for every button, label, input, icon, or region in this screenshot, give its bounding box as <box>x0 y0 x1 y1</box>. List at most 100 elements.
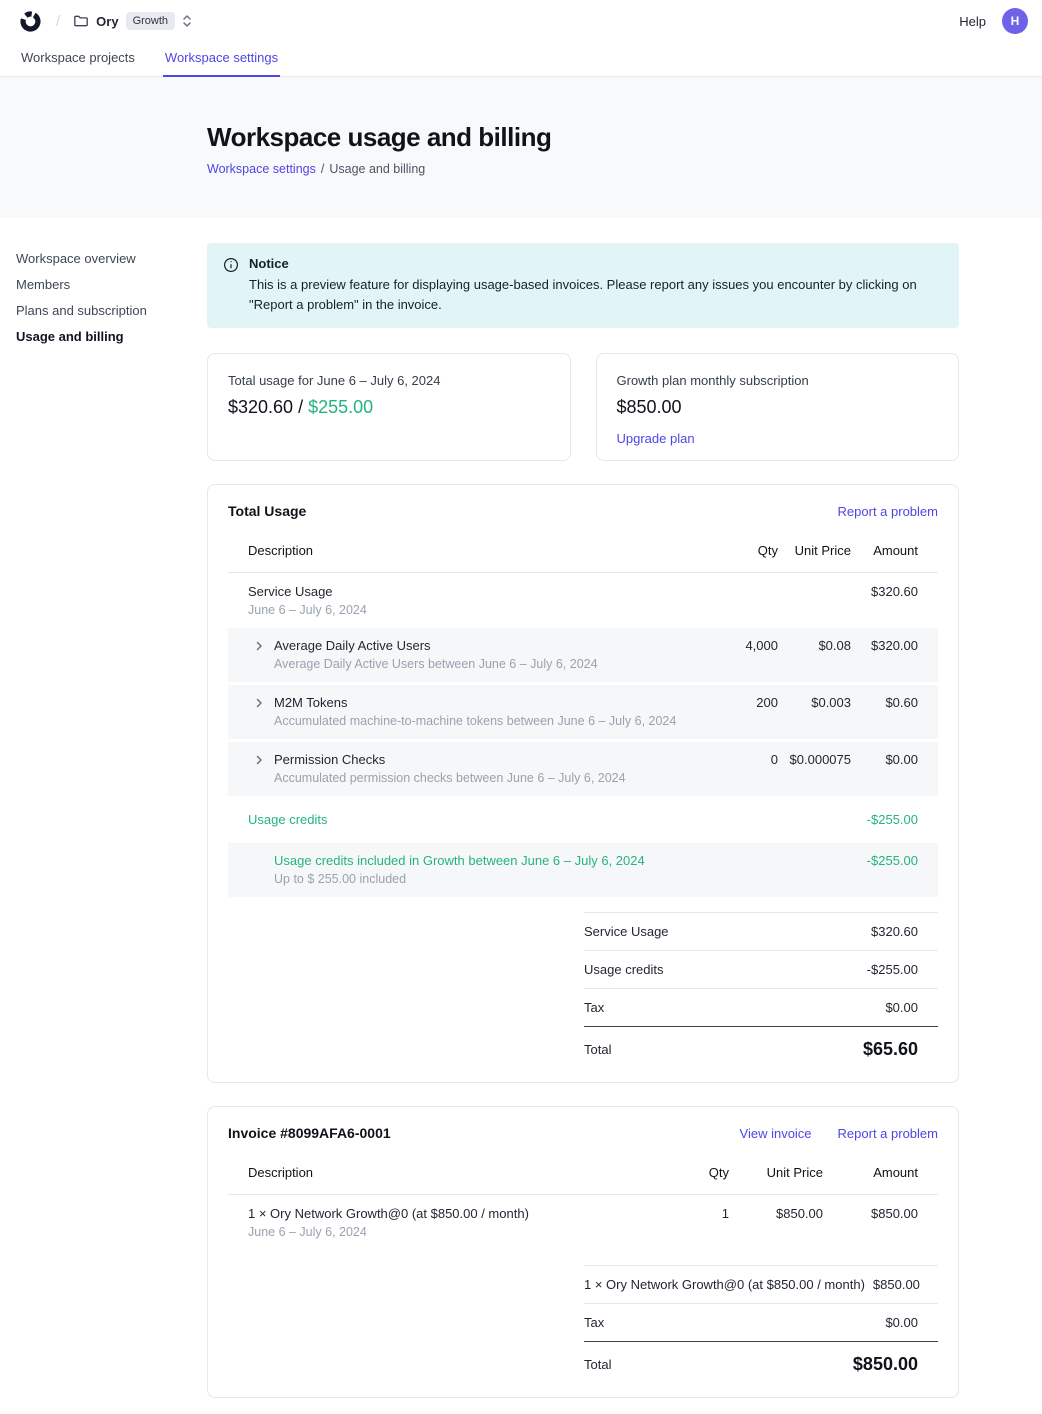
plan-badge: Growth <box>126 12 175 30</box>
summary-row-line-item: 1 × Ory Network Growth@0 (at $850.00 / m… <box>584 1266 938 1304</box>
usage-row-service-usage: Service Usage June 6 – July 6, 2024 $320… <box>228 573 938 628</box>
ory-logo-icon[interactable] <box>20 11 41 32</box>
total-value: $850.00 <box>853 1354 918 1375</box>
total-label: Total <box>584 1042 611 1057</box>
summary-total-row: Total $850.00 <box>584 1342 938 1377</box>
col-unit-price: Unit Price <box>778 543 851 559</box>
summary-label: Tax <box>584 1000 604 1015</box>
unit-price-cell: $0.08 <box>778 638 851 654</box>
topbar-right: Help H <box>959 8 1028 34</box>
row-subtitle: Average Daily Active Users between June … <box>274 657 698 672</box>
amount-cell: $0.60 <box>851 695 938 711</box>
total-value: $65.60 <box>863 1039 918 1060</box>
invoice-title: Invoice #8099AFA6-0001 <box>228 1125 391 1141</box>
topbar-separator: / <box>56 13 60 30</box>
topbar-left: / Ory Growth <box>20 11 192 32</box>
summary-value: $320.60 <box>871 924 918 939</box>
main-content: Notice This is a preview feature for dis… <box>207 218 959 1414</box>
summary-total-row: Total $65.60 <box>584 1027 938 1062</box>
folder-icon <box>73 13 89 29</box>
usage-row-usage-credits: Usage credits -$255.00 <box>228 799 938 843</box>
invoice-panel: Invoice #8099AFA6-0001 View invoice Repo… <box>207 1106 959 1398</box>
amount-cell: $320.00 <box>851 638 938 654</box>
settings-sidebar: Workspace overview Members Plans and sub… <box>0 218 207 355</box>
total-usage-panel: Total Usage Report a problem Description… <box>207 484 959 1083</box>
invoice-table: Description Qty Unit Price Amount 1 × Or… <box>228 1155 938 1250</box>
notice-banner: Notice This is a preview feature for dis… <box>207 243 959 328</box>
row-title: M2M Tokens <box>274 695 698 711</box>
row-subtitle: Accumulated machine-to-machine tokens be… <box>274 714 698 729</box>
workspace-tabs: Workspace projects Workspace settings <box>0 42 1042 77</box>
summary-row-service-usage: Service Usage $320.60 <box>584 913 938 951</box>
plan-subscription-card: Growth plan monthly subscription $850.00… <box>596 353 960 461</box>
amount-cell: $320.60 <box>851 584 938 600</box>
breadcrumb-current: Usage and billing <box>329 162 425 176</box>
col-description: Description <box>228 1165 649 1180</box>
summary-label: Service Usage <box>584 924 669 939</box>
page-title: Workspace usage and billing <box>207 122 1042 153</box>
usage-used-amount: $320.60 <box>228 397 293 417</box>
amount-cell: $850.00 <box>823 1206 938 1222</box>
row-title: Permission Checks <box>274 752 698 768</box>
notice-title: Notice <box>249 256 941 271</box>
summary-value: -$255.00 <box>867 962 918 977</box>
col-qty: Qty <box>649 1165 729 1181</box>
row-title: Average Daily Active Users <box>274 638 698 654</box>
expand-chevron-icon[interactable] <box>254 641 264 651</box>
content-layout: Workspace overview Members Plans and sub… <box>0 218 1042 1414</box>
unit-price-cell: $850.00 <box>729 1206 823 1222</box>
tab-workspace-projects[interactable]: Workspace projects <box>19 42 137 77</box>
usage-row-average-daily-active-users: Average Daily Active Users Average Daily… <box>228 628 938 682</box>
summary-value: $0.00 <box>885 1315 918 1330</box>
invoice-report-problem-link[interactable]: Report a problem <box>838 1126 938 1141</box>
upgrade-plan-link[interactable]: Upgrade plan <box>617 431 695 446</box>
invoice-panel-header: Invoice #8099AFA6-0001 View invoice Repo… <box>228 1125 938 1141</box>
row-title: Usage credits <box>248 812 698 828</box>
col-qty: Qty <box>698 543 778 559</box>
summary-cards: Total usage for June 6 – July 6, 2024 $3… <box>207 353 959 461</box>
amount-cell: -$255.00 <box>851 812 938 828</box>
qty-cell: 4,000 <box>698 638 778 654</box>
workspace-switcher[interactable]: Ory Growth <box>73 12 192 30</box>
row-title: Usage credits included in Growth between… <box>274 853 698 869</box>
usage-table: Description Qty Unit Price Amount Servic… <box>228 533 938 897</box>
usage-panel-header: Total Usage Report a problem <box>228 503 938 519</box>
info-icon <box>223 257 239 314</box>
help-link[interactable]: Help <box>959 14 986 29</box>
usage-amount-separator: / <box>293 397 308 417</box>
unit-price-cell: $0.003 <box>778 695 851 711</box>
sidebar-item-plans-and-subscription[interactable]: Plans and subscription <box>16 303 195 319</box>
plan-label: Growth plan monthly subscription <box>617 373 939 388</box>
breadcrumb: Workspace settings/Usage and billing <box>207 162 1042 176</box>
sidebar-item-usage-and-billing[interactable]: Usage and billing <box>16 329 195 345</box>
tab-workspace-settings[interactable]: Workspace settings <box>163 42 280 77</box>
row-subtitle: June 6 – July 6, 2024 <box>248 603 698 618</box>
breadcrumb-link-workspace-settings[interactable]: Workspace settings <box>207 162 316 176</box>
avatar[interactable]: H <box>1002 8 1028 34</box>
row-subtitle: Up to $ 255.00 included <box>274 872 698 887</box>
qty-cell: 0 <box>698 752 778 768</box>
sidebar-item-members[interactable]: Members <box>16 277 195 293</box>
usage-report-problem-link[interactable]: Report a problem <box>838 504 938 519</box>
invoice-links: View invoice Report a problem <box>740 1126 938 1141</box>
page-header: Workspace usage and billing Workspace se… <box>0 77 1042 218</box>
usage-credits-amount: $255.00 <box>308 397 373 417</box>
expand-chevron-icon[interactable] <box>254 698 264 708</box>
amount-cell: $0.00 <box>851 752 938 768</box>
workspace-name: Ory <box>96 14 118 29</box>
usage-row-m2m-tokens: M2M Tokens Accumulated machine-to-machin… <box>228 685 938 739</box>
invoice-table-header: Description Qty Unit Price Amount <box>228 1155 938 1195</box>
notice-body: This is a preview feature for displaying… <box>249 275 941 314</box>
summary-row-usage-credits: Usage credits -$255.00 <box>584 951 938 989</box>
expand-chevron-icon[interactable] <box>254 755 264 765</box>
usage-table-header: Description Qty Unit Price Amount <box>228 533 938 573</box>
row-title: 1 × Ory Network Growth@0 (at $850.00 / m… <box>248 1206 649 1222</box>
total-label: Total <box>584 1357 611 1372</box>
summary-value: $0.00 <box>885 1000 918 1015</box>
view-invoice-link[interactable]: View invoice <box>740 1126 812 1141</box>
total-usage-card: Total usage for June 6 – July 6, 2024 $3… <box>207 353 571 461</box>
summary-label: Tax <box>584 1315 604 1330</box>
invoice-totals: 1 × Ory Network Growth@0 (at $850.00 / m… <box>584 1265 938 1377</box>
total-usage-label: Total usage for June 6 – July 6, 2024 <box>228 373 550 388</box>
sidebar-item-workspace-overview[interactable]: Workspace overview <box>16 251 195 267</box>
